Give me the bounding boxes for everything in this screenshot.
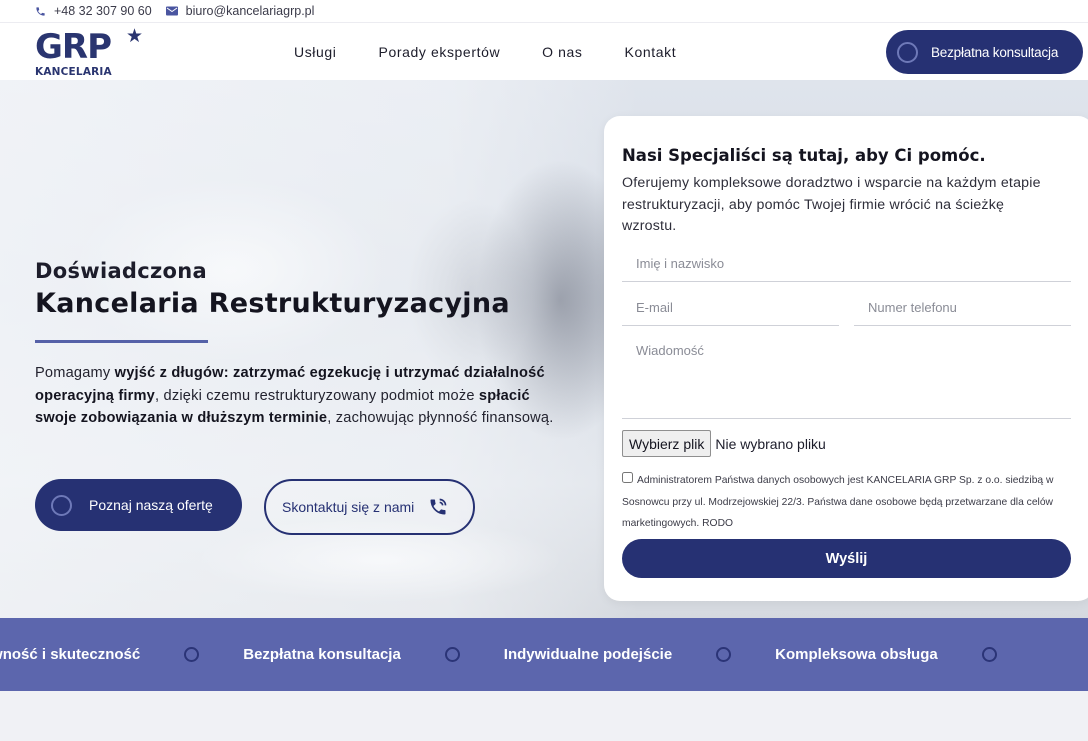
offer-button-label: Poznaj naszą ofertę: [89, 497, 213, 513]
ring-icon: [716, 647, 732, 662]
ring-icon: [897, 41, 918, 63]
site-header: GRP ★ KANCELARIA Usługi Porady ekspertów…: [0, 23, 1088, 80]
ticker-track: Efektywność i skuteczność Bezpłatna kons…: [0, 618, 1041, 691]
message-input[interactable]: [622, 338, 1071, 419]
star-icon: ★: [126, 26, 144, 47]
ticker-item: Indywidualne podejście: [503, 646, 673, 663]
hero-pretitle: Doświadczona: [35, 259, 207, 283]
choose-file-button[interactable]: Wybierz plik: [622, 430, 712, 457]
main-nav: Usługi Porady ekspertów O nas Kontakt: [294, 23, 718, 80]
top-contact-bar: +48 32 307 90 60 biuro@kancelariagrp.pl: [0, 0, 1088, 23]
nav-item-uslugi[interactable]: Usługi: [294, 44, 337, 60]
logo-sub-text: KANCELARIA: [35, 66, 112, 78]
free-consultation-button[interactable]: Bezpłatna konsultacja: [886, 30, 1083, 74]
contact-us-label: Skontaktuj się z nami: [282, 499, 415, 515]
free-consultation-label: Bezpłatna konsultacja: [931, 44, 1059, 60]
hero-title: Kancelaria Restrukturyzacyjna: [35, 288, 510, 319]
nav-item-kontakt[interactable]: Kontakt: [625, 44, 677, 60]
phone-contact[interactable]: +48 32 307 90 60: [35, 4, 152, 18]
ticker-item: Bezpłatna konsultacja: [243, 646, 401, 663]
email-address: biuro@kancelariagrp.pl: [185, 4, 315, 18]
consent-checkbox[interactable]: [622, 472, 633, 483]
ring-icon: [184, 647, 200, 662]
logo-main-text: GRP: [35, 27, 112, 67]
form-description: Oferujemy kompleksowe doradztwo i wsparc…: [622, 175, 1041, 234]
form-title: Nasi Specjaliści są tutaj, aby Ci pomóc.: [622, 146, 986, 165]
file-status: Nie wybrano pliku: [715, 435, 826, 452]
offer-button[interactable]: Poznaj naszą ofertę: [35, 479, 242, 531]
nav-item-o-nas[interactable]: O nas: [542, 44, 582, 60]
mail-icon: [165, 6, 178, 16]
ticker-item: Kompleksowa obsługa: [775, 646, 938, 663]
ring-icon: [981, 647, 997, 662]
name-input[interactable]: [622, 246, 1071, 282]
ring-icon: [51, 494, 72, 516]
hero-desc-part: Pomagamy: [35, 365, 115, 381]
phone-icon: [36, 6, 45, 16]
ticker-item: Efektywność i skuteczność: [0, 646, 141, 663]
phone-number: +48 32 307 90 60: [54, 4, 152, 18]
email-input[interactable]: [622, 290, 839, 326]
phone-call-icon: [430, 498, 447, 515]
features-ticker: Efektywność i skuteczność Bezpłatna kons…: [0, 618, 1088, 691]
hero-divider: [35, 340, 208, 343]
hero-desc-part: , dzięki czemu restrukturyzowany podmiot…: [155, 387, 479, 404]
submit-button[interactable]: Wyślij: [622, 539, 1071, 578]
phone-input[interactable]: [854, 290, 1071, 326]
hero-overlay: [0, 80, 640, 618]
hero-desc-part: , zachowując płynność finansową.: [327, 410, 554, 426]
next-section: [0, 691, 1088, 741]
nav-item-porady[interactable]: Porady ekspertów: [379, 44, 501, 60]
ring-icon: [444, 647, 460, 662]
logo[interactable]: GRP ★ KANCELARIA: [35, 26, 145, 79]
hero-description: Pomagamy wyjść z długów: zatrzymać egzek…: [35, 362, 565, 430]
consent-text: Administratorem Państwa danych osobowych…: [622, 475, 1054, 529]
file-upload: Wybierz plik Nie wybrano pliku: [622, 430, 826, 457]
consent-block: Administratorem Państwa danych osobowych…: [622, 470, 1071, 535]
contact-form-card: Nasi Specjaliści są tutaj, aby Ci pomóc.…: [604, 116, 1088, 601]
contact-us-button[interactable]: Skontaktuj się z nami: [264, 479, 475, 535]
email-contact[interactable]: biuro@kancelariagrp.pl: [165, 4, 315, 18]
